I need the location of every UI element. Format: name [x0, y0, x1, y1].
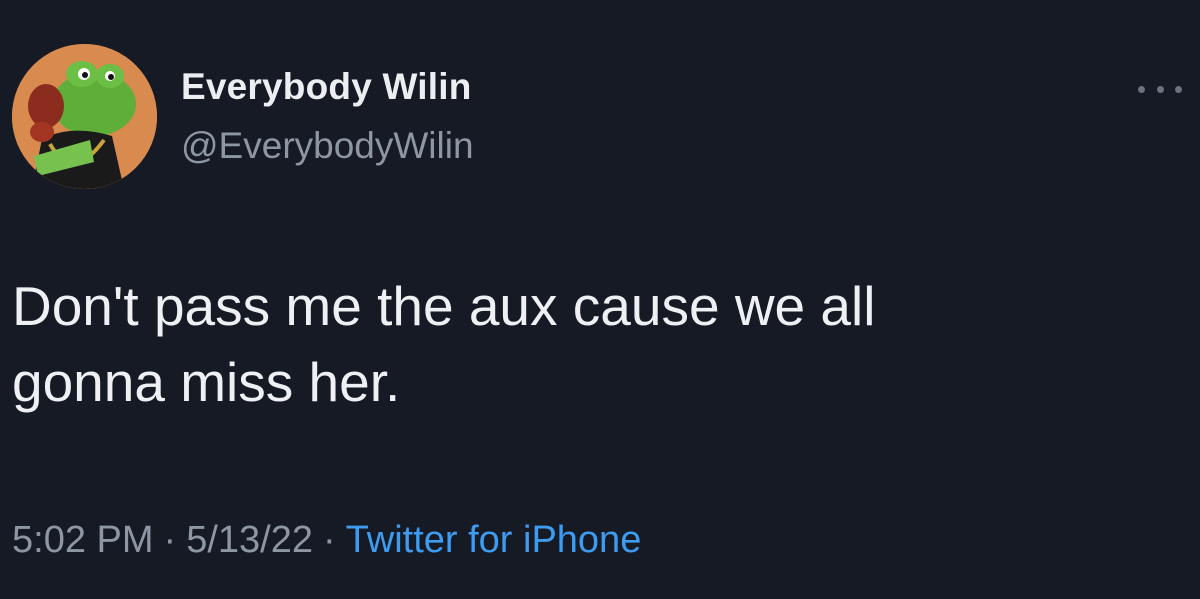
frog-avatar-icon[interactable] [12, 44, 157, 189]
tweet-date[interactable]: 5/13/22 [186, 519, 313, 561]
tweet-card: Everybody Wilin @EverybodyWilin Don't pa… [0, 0, 1200, 599]
author-display-name[interactable]: Everybody Wilin [181, 66, 472, 108]
dot [1138, 85, 1145, 93]
meta-separator: · [163, 519, 177, 561]
meta-separator: · [322, 519, 336, 561]
tweet-source-link[interactable]: Twitter for iPhone [346, 519, 642, 561]
dot [1156, 85, 1164, 93]
tweet-meta: 5:02 PM · 5/13/22 · Twitter for iPhone [12, 519, 641, 562]
author-handle[interactable]: @EverybodyWilin [181, 125, 474, 167]
tweet-text: Don't pass me the aux cause we all gonna… [12, 275, 876, 413]
dot [1175, 85, 1182, 93]
avatar-image [12, 44, 157, 189]
tweet-time[interactable]: 5:02 PM [12, 519, 154, 561]
more-dots-icon[interactable] [1138, 78, 1182, 100]
